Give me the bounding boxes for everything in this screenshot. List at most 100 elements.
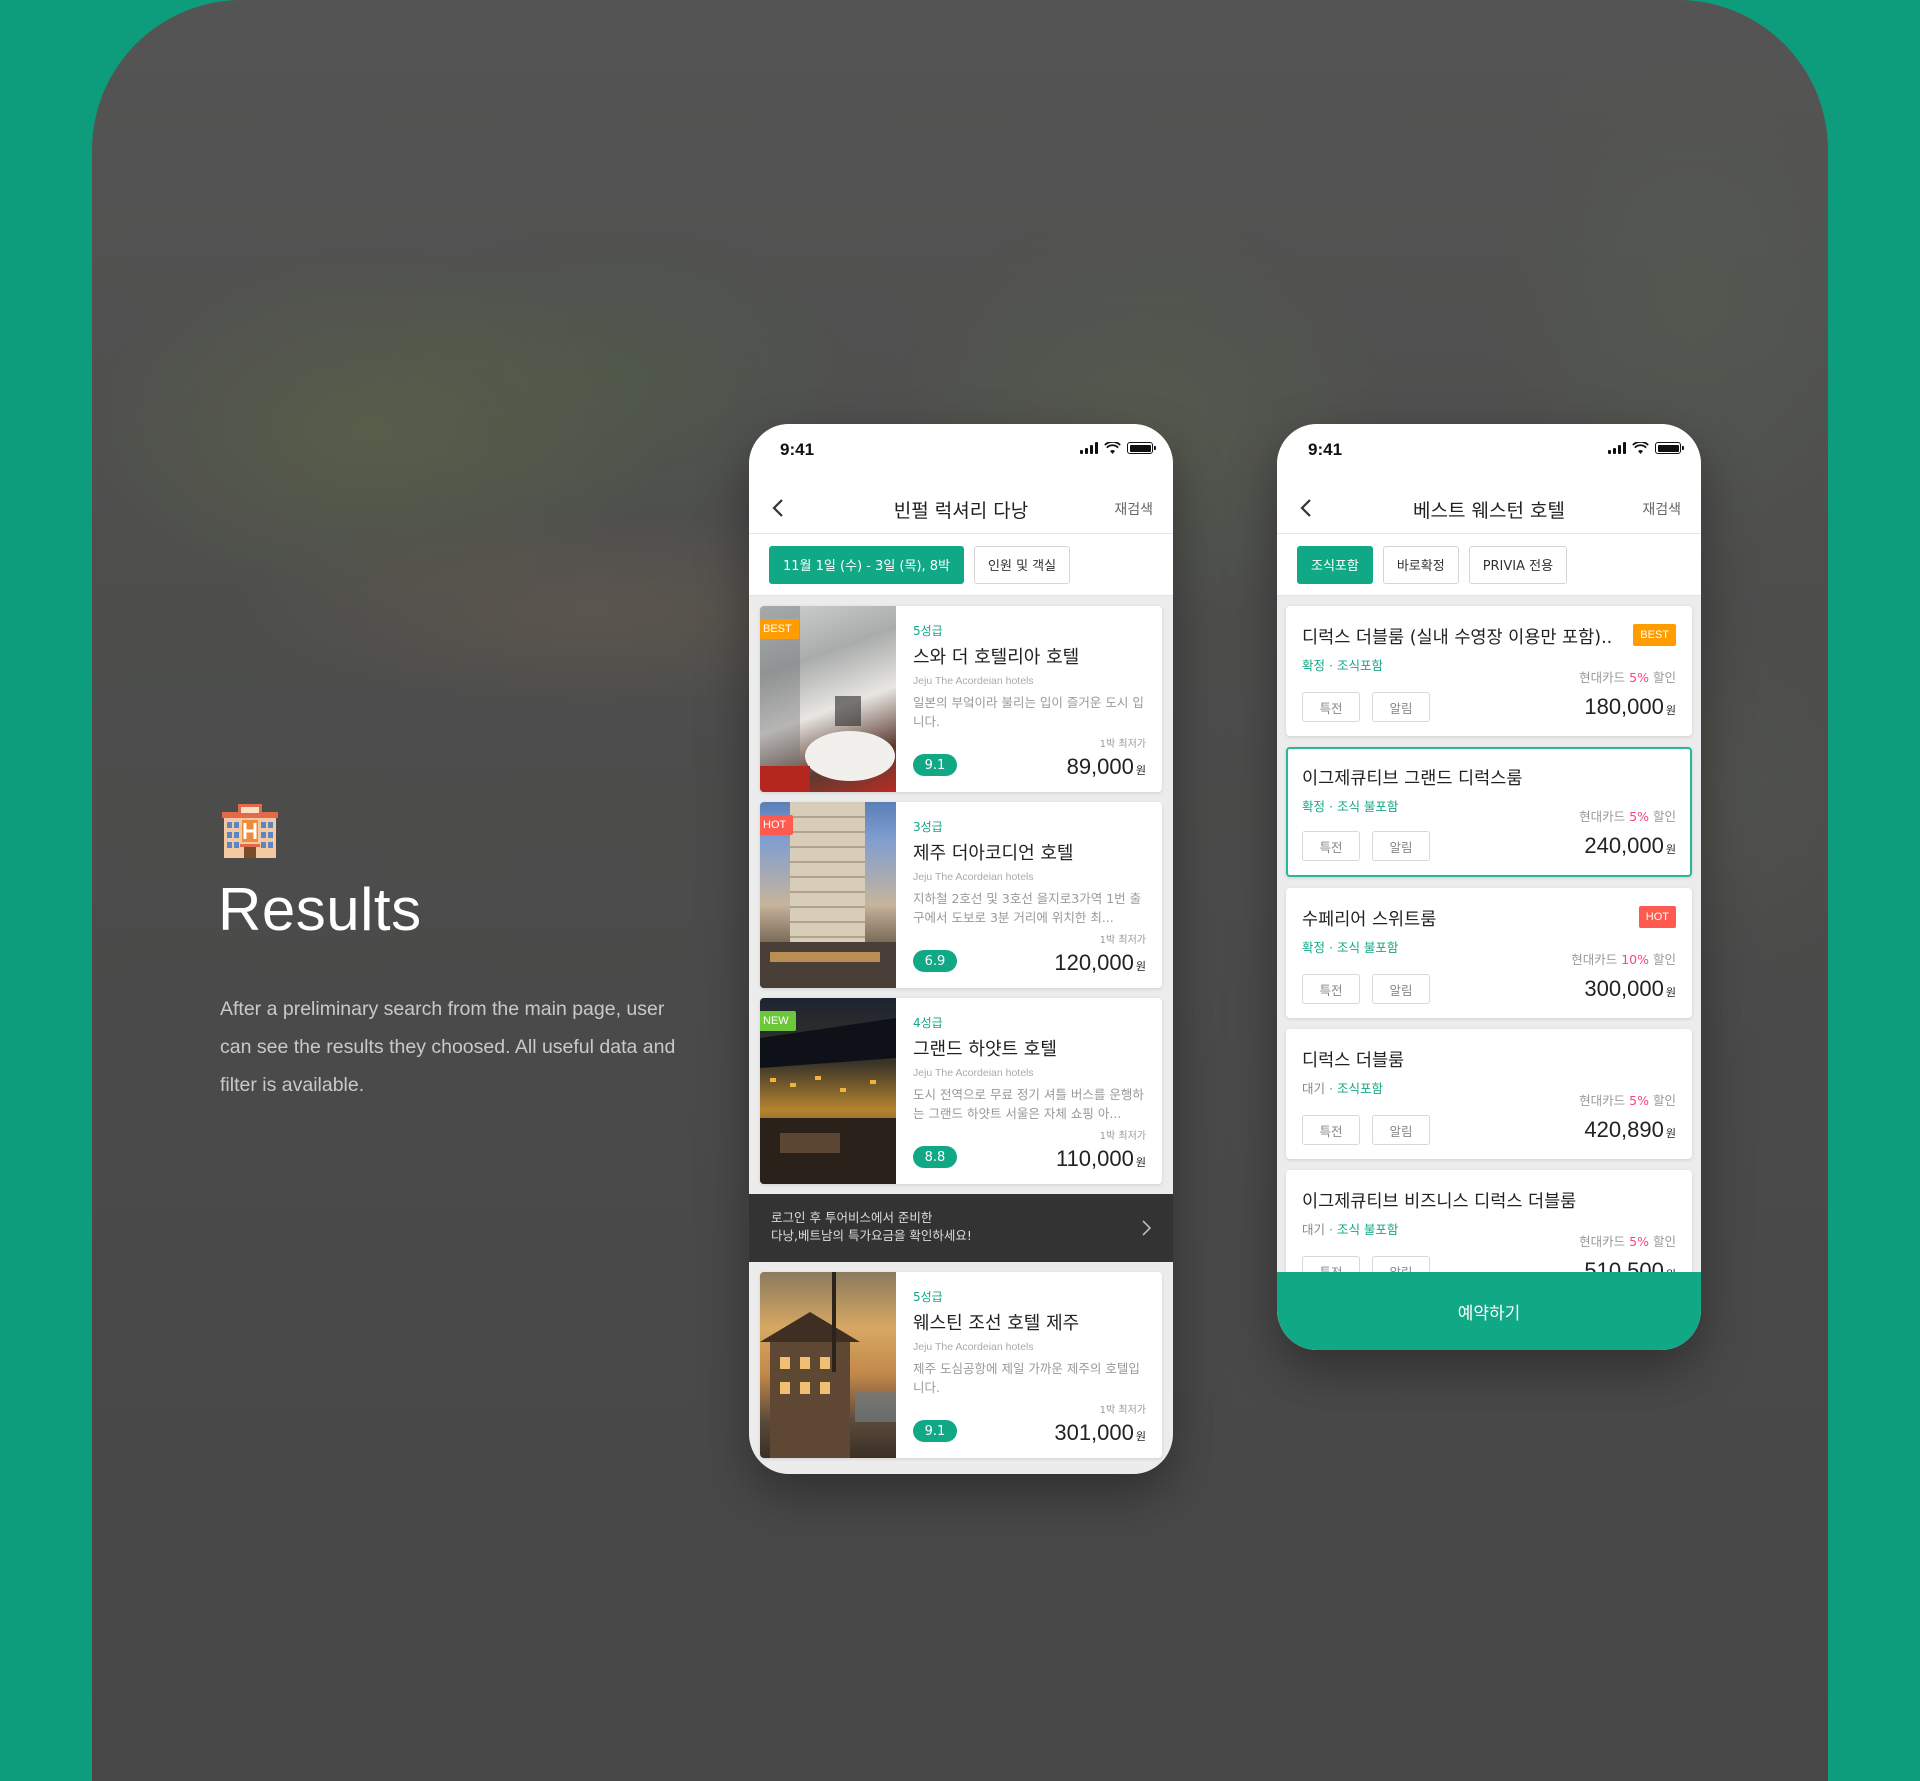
hotel-grade: 5성급 xyxy=(913,624,943,638)
status-time: 9:41 xyxy=(1308,440,1343,459)
room-name: 이그제큐티브 비즈니스 디럭스 더블룸 xyxy=(1302,1192,1577,1212)
alarm-button[interactable]: 알림 xyxy=(1372,831,1430,861)
page-title: 베스트 웨스턴 호텔 xyxy=(1413,500,1565,522)
hotel-grade: 3성급 xyxy=(913,820,943,834)
hotel-card[interactable]: HOT 3성급 제주 더아코디언 호텔 Jeju The Acordeian h… xyxy=(760,802,1162,988)
page-title: 빈펄 럭셔리 다낭 xyxy=(893,500,1029,522)
book-button[interactable]: 예약하기 xyxy=(1277,1272,1701,1350)
filter-bar: 조식포함 바로확정 PRIVIA 전용 xyxy=(1277,534,1701,596)
hotel-name: 웨스틴 조선 호텔 제주 xyxy=(913,1313,1080,1334)
rating-badge: 6.9 xyxy=(913,950,957,972)
guests-rooms-chip[interactable]: 인원 및 객실 xyxy=(974,545,1071,584)
hotel-price: 120,000 원 xyxy=(1054,950,1146,975)
hotel-name: 스와 더 호텔리아 호텔 xyxy=(913,647,1080,668)
room-price: 180,000 원 xyxy=(1584,694,1676,719)
room-name: 디럭스 더블룸 (실내 수영장 이용만 포함).. xyxy=(1302,628,1613,648)
room-list: 디럭스 더블룸 (실내 수영장 이용만 포함).. 확정 · 조식포함 BEST… xyxy=(1277,596,1701,1300)
instant-confirm-chip[interactable]: 바로확정 xyxy=(1382,545,1459,584)
promo-line-1: 로그인 후 투어비스에서 준비한 xyxy=(771,1210,933,1225)
privia-exclusive-chip[interactable]: PRIVIA 전용 xyxy=(1468,545,1568,584)
room-card-selected[interactable]: 이그제큐티브 그랜드 디럭스룸 확정 · 조식 불포함 특전 알림 현대카드 5… xyxy=(1286,747,1692,877)
nav-bar: 빈펄 럭셔리 다낭 재검색 xyxy=(749,482,1173,534)
hotel-list: BEST 5성급 스와 더 호텔리아 호텔 Jeju The Acordeian… xyxy=(749,596,1173,1458)
rating-badge: 8.8 xyxy=(913,1146,957,1168)
benefits-button[interactable]: 특전 xyxy=(1302,974,1360,1004)
benefits-button[interactable]: 특전 xyxy=(1302,1115,1360,1145)
hotel-photo: BEST xyxy=(760,606,896,792)
alarm-button[interactable]: 알림 xyxy=(1372,974,1430,1004)
hot-badge: HOT xyxy=(1638,906,1676,928)
battery-icon xyxy=(1127,442,1156,454)
room-price: 300,000 원 xyxy=(1584,976,1676,1001)
card-discount: 현대카드 5% 할인 xyxy=(1579,1093,1676,1108)
room-card[interactable]: 수페리어 스위트룸 확정 · 조식 불포함 HOT 특전 알림 현대카드 10%… xyxy=(1286,888,1692,1018)
hotel-description: 지하철 2호선 및 3호선 을지로3가역 1번 출구에서 도보로 3분 거리에 … xyxy=(913,891,1142,925)
hotel-grade: 4성급 xyxy=(913,1016,943,1030)
rating-badge: 9.1 xyxy=(913,1420,957,1442)
best-badge: BEST xyxy=(760,619,799,639)
alarm-button[interactable]: 알림 xyxy=(1372,692,1430,722)
hotel-description: 제주 도심공항에 제일 가까운 제주의 호텔입니다. xyxy=(913,1361,1140,1395)
benefits-button[interactable]: 특전 xyxy=(1302,831,1360,861)
nav-bar: 베스트 웨스턴 호텔 재검색 xyxy=(1277,482,1701,534)
hotel-name: 그랜드 하얏트 호텔 xyxy=(913,1039,1057,1060)
breakfast-filter-chip[interactable]: 조식포함 xyxy=(1297,545,1373,584)
card-discount: 현대카드 5% 할인 xyxy=(1579,809,1676,824)
hotel-photo: NEW xyxy=(760,998,896,1184)
room-name: 디럭스 더블룸 xyxy=(1302,1051,1405,1071)
chevron-right-icon xyxy=(1142,1220,1151,1236)
status-bar: 9:41 xyxy=(749,424,1173,482)
price-caption: 1박 최저가 xyxy=(1099,935,1146,946)
login-promo-banner[interactable]: 로그인 후 투어비스에서 준비한 다낭,베트남의 특가요금을 확인하세요! xyxy=(749,1194,1173,1262)
wifi-icon xyxy=(1632,442,1649,454)
hotel-price: 110,000 원 xyxy=(1055,1146,1146,1171)
phone-room-results: 9:41 베스트 웨스턴 호텔 재검색 조식포함 바로확정 PRIVIA 전용 … xyxy=(1277,424,1701,1350)
hotel-card[interactable]: 5성급 웨스틴 조선 호텔 제주 Jeju The Acordeian hote… xyxy=(760,1272,1162,1458)
section-title: Results xyxy=(218,876,422,943)
room-name: 이그제큐티브 그랜드 디럭스룸 xyxy=(1302,769,1523,789)
hot-badge: HOT xyxy=(760,815,794,835)
room-price: 420,890 원 xyxy=(1584,1117,1676,1142)
price-caption: 1박 최저가 xyxy=(1099,739,1146,750)
room-name: 수페리어 스위트룸 xyxy=(1302,910,1437,930)
room-price: 240,000 원 xyxy=(1584,833,1676,858)
status-bar: 9:41 xyxy=(1277,424,1701,482)
hotel-name: 제주 더아코디언 호텔 xyxy=(913,843,1074,864)
hotel-card[interactable]: NEW 4성급 그랜드 하얏트 호텔 Jeju The Acordeian ho… xyxy=(760,998,1162,1184)
price-caption: 1박 최저가 xyxy=(1099,1405,1146,1416)
research-button[interactable]: 재검색 xyxy=(1642,499,1681,519)
research-button[interactable]: 재검색 xyxy=(1114,499,1153,519)
card-discount: 현대카드 10% 할인 xyxy=(1571,952,1676,967)
price-caption: 1박 최저가 xyxy=(1099,1131,1146,1142)
room-card[interactable]: 디럭스 더블룸 (실내 수영장 이용만 포함).. 확정 · 조식포함 BEST… xyxy=(1286,606,1692,736)
promo-line-2: 다낭,베트남의 특가요금을 확인하세요! xyxy=(771,1228,972,1243)
hotel-price: 89,000 원 xyxy=(1066,754,1146,779)
hotel-subtitle: Jeju The Acordeian hotels xyxy=(913,1341,1034,1353)
benefits-button[interactable]: 특전 xyxy=(1302,692,1360,722)
signal-icon xyxy=(1608,442,1626,454)
rating-badge: 9.1 xyxy=(913,754,957,776)
hotel-photo xyxy=(760,1272,896,1458)
wifi-icon xyxy=(1104,442,1121,454)
card-discount: 현대카드 5% 할인 xyxy=(1579,1234,1676,1249)
hotel-photo: HOT xyxy=(760,802,896,988)
card-discount: 현대카드 5% 할인 xyxy=(1579,670,1676,685)
room-card[interactable]: 디럭스 더블룸 대기 · 조식포함 특전 알림 현대카드 5% 할인 420,8… xyxy=(1286,1029,1692,1159)
hotel-grade: 5성급 xyxy=(913,1290,943,1304)
hotel-price: 301,000 원 xyxy=(1054,1420,1146,1445)
hotel-subtitle: Jeju The Acordeian hotels xyxy=(913,675,1034,687)
best-badge: BEST xyxy=(1633,624,1676,646)
hotel-emoji-icon xyxy=(222,804,278,858)
alarm-button[interactable]: 알림 xyxy=(1372,1115,1430,1145)
battery-icon xyxy=(1655,442,1684,454)
new-badge: NEW xyxy=(760,1011,796,1031)
signal-icon xyxy=(1080,442,1098,454)
hotel-subtitle: Jeju The Acordeian hotels xyxy=(913,1067,1034,1079)
hotel-card[interactable]: BEST 5성급 스와 더 호텔리아 호텔 Jeju The Acordeian… xyxy=(760,606,1162,792)
section-description: After a preliminary search from the main… xyxy=(220,998,676,1096)
hotel-subtitle: Jeju The Acordeian hotels xyxy=(913,871,1034,883)
filter-bar: 11월 1일 (수) - 3일 (목), 8박 인원 및 객실 xyxy=(749,534,1173,596)
hotel-description: 일본의 부엌이라 불리는 입이 즐거운 도시 입니다. xyxy=(913,695,1144,729)
date-filter-chip[interactable]: 11월 1일 (수) - 3일 (목), 8박 xyxy=(769,545,965,584)
phone-hotel-results: 9:41 빈펄 럭셔리 다낭 재검색 11월 1일 (수) - 3일 (목), … xyxy=(749,424,1173,1474)
